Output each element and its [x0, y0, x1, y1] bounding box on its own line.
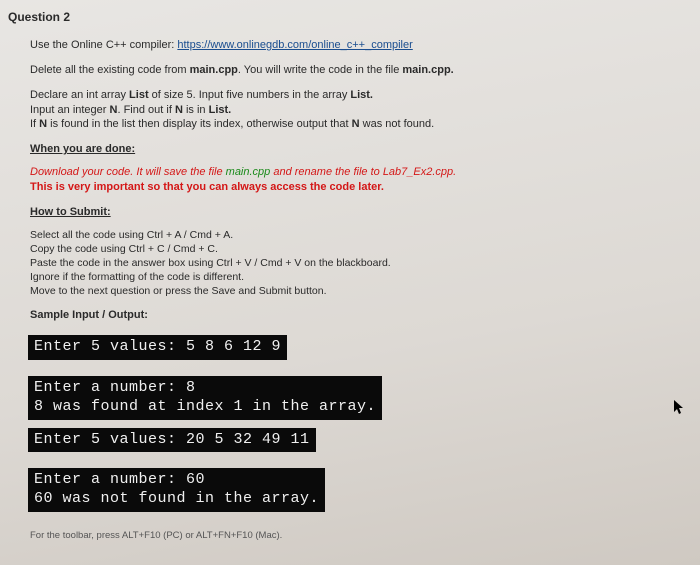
- t2e: is in: [183, 104, 209, 116]
- t2f: List.: [209, 104, 232, 116]
- page: Question 2 Use the Online C++ compiler: …: [0, 0, 700, 543]
- dl-main: main.cpp: [226, 166, 271, 178]
- task-block: Declare an int array List of size 5. Inp…: [30, 88, 700, 133]
- task-line-1: Declare an int array List of size 5. Inp…: [30, 88, 700, 103]
- t2c: . Find out if: [117, 104, 174, 116]
- t3e: was not found.: [360, 118, 435, 130]
- delete-b: main.cpp: [190, 64, 238, 76]
- t2d: N: [175, 104, 183, 116]
- t2a: Input an integer: [30, 104, 110, 116]
- delete-a: Delete all the existing code from: [30, 64, 190, 76]
- t1a: Declare an int array: [30, 89, 129, 101]
- submit-4: Ignore if the formatting of the code is …: [30, 270, 700, 284]
- t1c: of size 5. Input five numbers in the arr…: [149, 89, 351, 101]
- task-line-3: If N is found in the list then display i…: [30, 117, 700, 132]
- compiler-line: Use the Online C++ compiler: https://www…: [30, 38, 700, 53]
- t4b-line: 60 was not found in the array.: [34, 490, 319, 509]
- delete-d: main.cpp.: [402, 64, 453, 76]
- task-line-2: Input an integer N. Find out if N is in …: [30, 103, 700, 118]
- download-block: Download your code. It will save the fil…: [30, 165, 700, 195]
- dl-p1: Download your code. It will save the fil…: [30, 166, 226, 178]
- t3c: is found in the list then display its in…: [47, 118, 352, 130]
- submit-block: Select all the code using Ctrl + A / Cmd…: [30, 228, 700, 299]
- download-line-2: This is very important so that you can a…: [30, 180, 700, 195]
- terminal-line-2: Enter a number: 8 8 was found at index 1…: [28, 376, 382, 420]
- terminal-line-4: Enter a number: 60 60 was not found in t…: [28, 468, 325, 512]
- content-area: Use the Online C++ compiler: https://www…: [8, 38, 700, 543]
- t3d: N: [352, 118, 360, 130]
- t1d: List.: [350, 89, 373, 101]
- intro-prefix: Use the Online C++ compiler:: [30, 39, 177, 51]
- delete-c: . You will write the code in the file: [238, 64, 402, 76]
- download-line-1: Download your code. It will save the fil…: [30, 165, 700, 180]
- t1b: List: [129, 89, 149, 101]
- how-submit-heading: How to Submit:: [30, 205, 700, 220]
- submit-1: Select all the code using Ctrl + A / Cmd…: [30, 228, 700, 242]
- t2b-line: 8 was found at index 1 in the array.: [34, 398, 376, 417]
- dl-lab: Lab7_Ex2.cpp.: [383, 166, 456, 178]
- t3b: N: [39, 118, 47, 130]
- cursor-icon: [674, 400, 686, 419]
- toolbar-footer: For the toolbar, press ALT+F10 (PC) or A…: [30, 530, 700, 543]
- t2a-line: Enter a number: 8: [34, 379, 376, 398]
- question-heading: Question 2: [8, 10, 700, 24]
- terminal-line-1: Enter 5 values: 5 8 6 12 9: [28, 335, 287, 360]
- delete-line: Delete all the existing code from main.c…: [30, 63, 700, 78]
- submit-2: Copy the code using Ctrl + C / Cmd + C.: [30, 242, 700, 256]
- submit-5: Move to the next question or press the S…: [30, 284, 700, 298]
- dl-p2: and rename the file to: [270, 166, 383, 178]
- terminal-line-3: Enter 5 values: 20 5 32 49 11: [28, 428, 316, 453]
- t3a: If: [30, 118, 39, 130]
- compiler-link[interactable]: https://www.onlinegdb.com/online_c++_com…: [177, 39, 412, 51]
- sample-heading: Sample Input / Output:: [30, 308, 700, 323]
- terminal-output: Enter 5 values: 5 8 6 12 9 Enter a numbe…: [28, 335, 700, 520]
- when-done-heading: When you are done:: [30, 142, 700, 157]
- t4a-line: Enter a number: 60: [34, 471, 319, 490]
- submit-3: Paste the code in the answer box using C…: [30, 256, 700, 270]
